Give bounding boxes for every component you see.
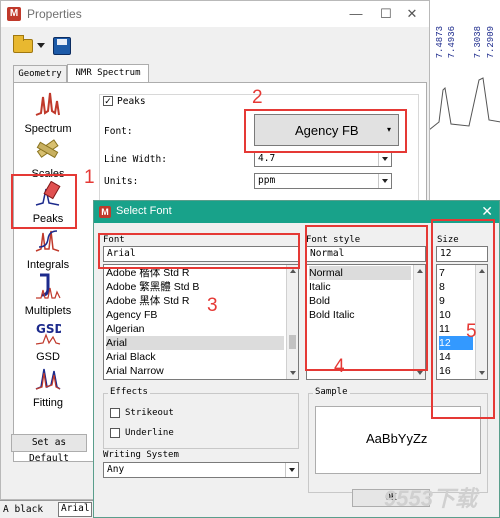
window-title: Properties — [27, 7, 82, 21]
open-folder-icon[interactable] — [13, 35, 33, 53]
nav-label: Integrals — [26, 259, 70, 271]
writing-system-value: Any — [107, 464, 125, 475]
nav-label: Multiplets — [24, 305, 72, 317]
tab-nmr-spectrum[interactable]: NMR Spectrum — [67, 64, 149, 83]
nav-label: Fitting — [33, 397, 63, 409]
strikeout-checkbox[interactable] — [110, 408, 120, 418]
effects-label: Effects — [108, 387, 150, 397]
nav-label: Spectrum — [24, 123, 72, 135]
select-font-dialog: M Select Font ✕ Font Arial Adobe 楷体 Std … — [93, 200, 500, 518]
annotation-number: 4 — [334, 356, 345, 377]
chevron-down-icon — [378, 152, 391, 166]
integrals-icon — [35, 230, 60, 252]
peak-label: 7.2909 — [486, 26, 496, 59]
line-width-value: 4.7 — [258, 153, 276, 164]
highlight-box-style — [305, 225, 428, 371]
bottom-strip: A black Arial — [0, 500, 93, 518]
effects-group — [103, 393, 299, 449]
close-button[interactable]: ✕ — [397, 4, 427, 24]
writing-system-label: Writing System — [103, 450, 179, 460]
minimize-button[interactable]: — — [341, 4, 371, 24]
spectrum-icon — [35, 92, 60, 116]
scroll-thumb[interactable] — [289, 335, 296, 349]
nav-spectrum[interactable]: Spectrum — [15, 91, 81, 137]
sample-text: AaBbYyZz — [366, 431, 428, 446]
nav-fitting[interactable]: Fitting — [15, 365, 81, 411]
toolbar — [9, 33, 79, 59]
title-bar: M Properties — ☐ ✕ — [1, 1, 429, 27]
peak-label: 7.3038 — [473, 26, 483, 59]
peak-label: 7.4873 — [435, 26, 445, 59]
dialog-title: Select Font — [116, 205, 172, 217]
highlight-box-font-input — [98, 233, 300, 269]
highlight-box-size — [431, 219, 495, 419]
close-button[interactable]: ✕ — [481, 203, 493, 220]
annotation-number: 3 — [207, 295, 218, 316]
peak-label: 7.4936 — [447, 26, 457, 59]
chevron-down-icon — [378, 174, 391, 188]
multiplets-icon — [36, 273, 61, 299]
units-select[interactable]: ppm — [254, 173, 392, 189]
gsd-icon: GSD — [35, 322, 61, 345]
app-icon: M — [7, 7, 21, 21]
annotation-number: 1 — [84, 167, 95, 188]
units-label: Units: — [104, 176, 139, 187]
nav-multiplets[interactable]: Multiplets — [15, 273, 81, 319]
strikeout-label: Strikeout — [125, 408, 174, 418]
nav-integrals[interactable]: Integrals — [15, 227, 81, 273]
font-field[interactable]: Arial — [58, 502, 92, 517]
list-item[interactable]: Adobe 繁黑體 Std B — [106, 280, 199, 294]
line-width-field[interactable]: 4.7 — [254, 151, 392, 167]
scroll-up-icon[interactable] — [290, 269, 296, 273]
list-item[interactable]: Adobe 黑体 Std R — [106, 294, 189, 308]
annotation-number: 5 — [466, 321, 477, 342]
scroll-down-icon[interactable] — [417, 371, 423, 375]
scroll-down-icon[interactable] — [290, 371, 296, 375]
list-item[interactable]: Arial Black — [106, 350, 156, 364]
line-width-label: Line Width: — [104, 154, 167, 165]
peaks-checkbox-label: Peaks — [117, 96, 146, 107]
chevron-down-icon — [285, 463, 298, 477]
svg-text:GSD: GSD — [36, 322, 61, 336]
spectrum-trace — [429, 77, 500, 131]
font-label: Font: — [104, 126, 133, 137]
highlight-box-peaks — [11, 174, 77, 229]
font-list[interactable]: Adobe 楷体 Std R Adobe 繁黑體 Std B Adobe 黑体 … — [103, 264, 299, 380]
list-item-selected[interactable]: Arial — [106, 336, 284, 350]
nav-label: GSD — [36, 351, 60, 363]
save-icon[interactable] — [53, 37, 71, 55]
underline-checkbox[interactable] — [110, 428, 120, 438]
list-item[interactable]: Agency FB — [106, 308, 157, 322]
scales-icon — [36, 139, 59, 159]
set-default-button[interactable]: Set as Default — [11, 434, 87, 464]
highlight-box-font — [244, 109, 407, 153]
list-item[interactable]: Arial Narrow — [106, 364, 164, 378]
scrollbar[interactable] — [286, 265, 298, 379]
color-select-value[interactable]: A black — [3, 504, 43, 515]
sample-label: Sample — [313, 387, 350, 397]
chevron-down-icon[interactable] — [37, 43, 45, 48]
peaks-checkbox[interactable]: ✓ — [103, 96, 113, 106]
list-item[interactable]: Algerian — [106, 322, 145, 336]
app-icon: M — [99, 206, 111, 218]
annotation-number: 2 — [252, 87, 263, 108]
watermark: 9553下载 — [384, 486, 477, 511]
underline-label: Underline — [125, 428, 174, 438]
tab-geometry[interactable]: Geometry — [13, 65, 67, 83]
fitting-icon — [35, 368, 61, 390]
nav-gsd[interactable]: GSD GSD — [15, 319, 81, 365]
writing-system-select[interactable]: Any — [103, 462, 299, 478]
units-value: ppm — [258, 175, 276, 186]
